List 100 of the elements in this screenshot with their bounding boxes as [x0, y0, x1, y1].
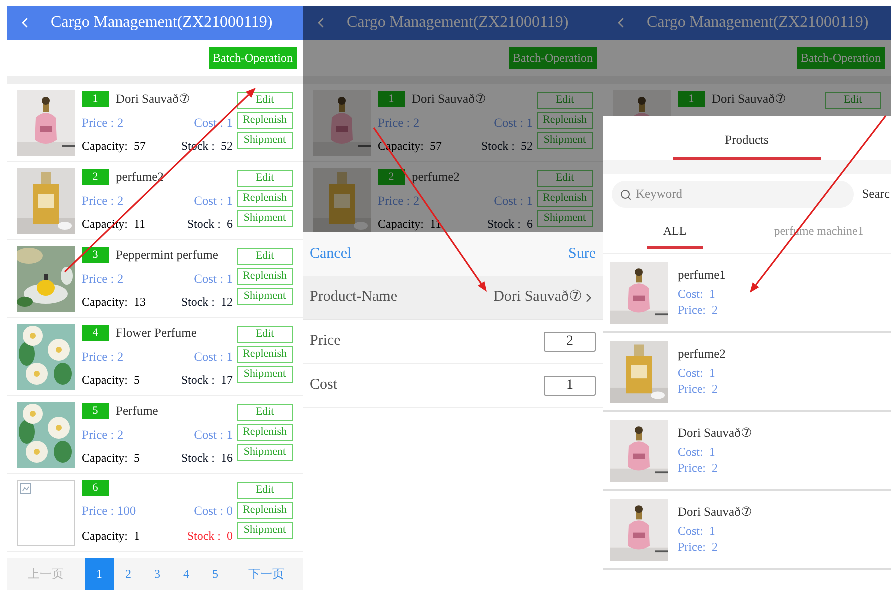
action-button[interactable]: Edit — [237, 92, 293, 109]
product-name: Dori Sauvað⑦ — [116, 91, 191, 108]
action-button[interactable]: Edit — [237, 248, 293, 265]
product-name: perfume2 — [116, 169, 164, 186]
product-item[interactable]: Dori Sauvað⑦ Cost: 1 Price: 2 — [603, 491, 891, 570]
field-label: Price — [310, 332, 341, 352]
price-text: Price : 2 — [82, 270, 124, 288]
cost-text: Cost : 1 — [494, 114, 533, 132]
price-text: Price : 100 — [82, 503, 136, 520]
product-name: Dori Sauvað⑦ — [678, 504, 753, 520]
page-button[interactable]: 3 — [143, 558, 172, 590]
action-button[interactable]: Shipment — [237, 210, 293, 227]
action-button[interactable]: Shipment — [537, 210, 593, 227]
capacity-text: Capacity: 13 — [82, 294, 146, 311]
batch-operation-button[interactable]: Batch-Operation — [797, 47, 885, 69]
index-badge: 2 — [82, 169, 109, 186]
batch-operation-button[interactable]: Batch-Operation — [509, 47, 597, 69]
number-field[interactable]: 2 — [544, 332, 596, 352]
cost-text: Cost : 1 — [194, 270, 233, 288]
number-field[interactable]: 1 — [544, 376, 596, 396]
broken-image-icon — [20, 483, 32, 495]
index-badge: 2 — [378, 169, 405, 186]
cost-text: Cost : 1 — [194, 426, 233, 444]
action-button[interactable]: Edit — [537, 92, 593, 109]
capacity-text: Capacity: 57 — [82, 138, 146, 155]
index-badge: 3 — [82, 247, 109, 264]
stock-text: Stock : 0 — [187, 528, 233, 545]
index-badge: 1 — [378, 91, 405, 108]
page-button[interactable]: 1 — [85, 558, 114, 590]
cost-text: Cost : 1 — [494, 192, 533, 210]
price-text: Price : 2 — [378, 192, 420, 210]
sure-button[interactable]: Sure — [568, 242, 596, 266]
product-name: Dori Sauvað⑦ — [412, 91, 487, 108]
capacity-text: Capacity: 1 — [82, 528, 140, 545]
product-name: perfume1 — [678, 267, 726, 283]
capacity-text: Capacity: 5 — [82, 450, 140, 467]
stock-text: Stock : 17 — [181, 372, 233, 389]
search-field[interactable]: Keyword — [612, 180, 854, 208]
action-button[interactable]: Edit — [237, 404, 293, 421]
header-title: Cargo Management(ZX21000119) — [347, 13, 569, 33]
action-button[interactable]: Edit — [237, 326, 293, 343]
header-title: Cargo Management(ZX21000119) — [51, 13, 273, 33]
action-button[interactable]: Shipment — [237, 366, 293, 383]
product-item[interactable]: perfume2 Cost: 1 Price: 2 — [603, 333, 891, 412]
product-name: Peppermint perfume — [116, 247, 218, 264]
price-text: Price : 2 — [82, 192, 124, 210]
price-text: Price : 2 — [82, 348, 124, 366]
index-badge: 1 — [678, 91, 705, 108]
product-name-row[interactable]: Product-Name Dori Sauvað⑦ — [303, 276, 603, 320]
page-button[interactable]: 5 — [201, 558, 230, 590]
cost-text: Cost : 0 — [194, 503, 233, 520]
action-button[interactable]: Shipment — [237, 522, 293, 539]
action-button[interactable]: Replenish — [237, 502, 293, 519]
price-text: Price : 2 — [378, 114, 420, 132]
product-name: Flower Perfume — [116, 325, 197, 342]
index-badge: 4 — [82, 325, 109, 342]
action-button[interactable]: Edit — [237, 170, 293, 187]
action-button[interactable]: Shipment — [237, 444, 293, 461]
action-button[interactable]: Replenish — [237, 112, 293, 129]
next-page-button[interactable]: 下一页 — [230, 558, 303, 590]
action-button[interactable]: Replenish — [237, 268, 293, 285]
stock-text: Stock : 6 — [187, 216, 233, 233]
action-button[interactable]: Shipment — [237, 132, 293, 149]
price-text: Price: 2 — [678, 460, 719, 476]
page-button[interactable]: 4 — [172, 558, 201, 590]
page-button[interactable]: 2 — [114, 558, 143, 590]
header-title: Cargo Management(ZX21000119) — [647, 13, 869, 33]
batch-operation-button[interactable]: Batch-Operation — [209, 47, 297, 69]
action-button[interactable]: Edit — [825, 92, 881, 109]
category-tab[interactable]: ALL — [603, 214, 747, 253]
action-button[interactable]: Replenish — [537, 190, 593, 207]
action-button[interactable]: Replenish — [237, 424, 293, 441]
field-label: Product-Name — [310, 288, 398, 308]
field-label: Cost — [310, 376, 338, 396]
stock-text: Stock : 12 — [181, 294, 233, 311]
product-name: Dori Sauvað⑦ — [712, 91, 787, 108]
action-button[interactable]: Edit — [537, 170, 593, 187]
price-text: Price : 2 — [82, 114, 124, 132]
stock-text: Stock : 52 — [481, 138, 533, 155]
action-button[interactable]: Shipment — [537, 132, 593, 149]
action-button[interactable]: Replenish — [537, 112, 593, 129]
index-badge: 1 — [82, 91, 109, 108]
action-button[interactable]: Edit — [237, 482, 293, 499]
product-name: perfume2 — [678, 346, 726, 362]
action-button[interactable]: Replenish — [237, 346, 293, 363]
cancel-button[interactable]: Cancel — [310, 242, 352, 266]
cost-text: Cost: 1 — [678, 523, 716, 539]
cost-text: Cost : 1 — [194, 348, 233, 366]
product-name: Dori Sauvað⑦ — [678, 425, 753, 441]
cost-text: Cost: 1 — [678, 444, 716, 460]
price-text: Price : 2 — [82, 426, 124, 444]
price-text: Price: 2 — [678, 381, 719, 397]
product-item[interactable]: perfume1 Cost: 1 Price: 2 — [603, 254, 891, 333]
action-button[interactable]: Replenish — [237, 190, 293, 207]
action-button[interactable]: Shipment — [237, 288, 293, 305]
search-button[interactable]: Searc — [862, 184, 891, 204]
cost-text: Cost: 1 — [678, 365, 716, 381]
index-badge: 5 — [82, 403, 109, 420]
index-badge: 6 — [82, 480, 109, 496]
product-item[interactable]: Dori Sauvað⑦ Cost: 1 Price: 2 — [603, 412, 891, 491]
